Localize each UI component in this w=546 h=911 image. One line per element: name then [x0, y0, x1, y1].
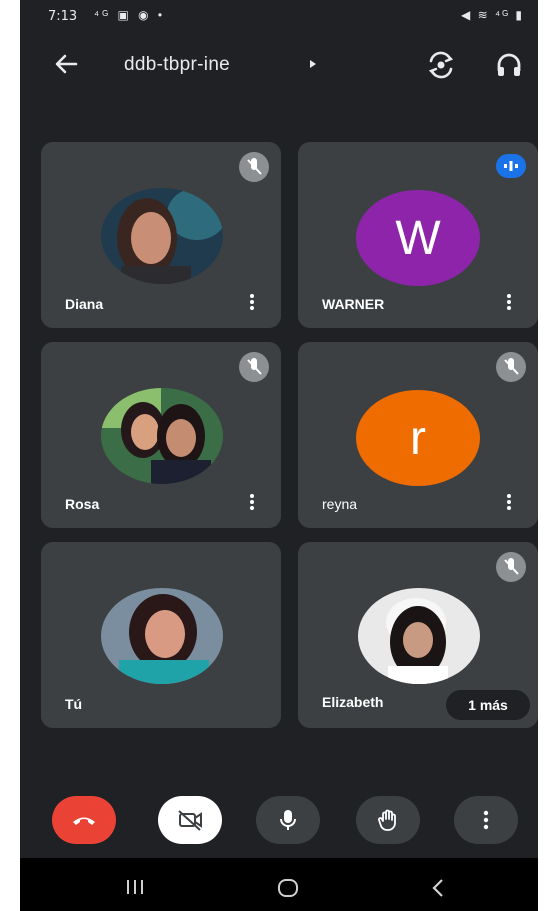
hang-up-icon [73, 817, 95, 825]
status-system-icons: ◀ ≋ ⁴ᴳ ▮ [461, 8, 524, 22]
avatar: W [356, 190, 480, 286]
switch-camera-icon[interactable] [426, 50, 456, 80]
participant-tile-elizabeth[interactable]: Elizabeth 1 más [298, 542, 538, 728]
participant-tile-reyna[interactable]: r reyna [298, 342, 538, 528]
phone-screen: 7:13 ⁴ᴳ ▣ ◉ • ◀ ≋ ⁴ᴳ ▮ ddb-tbpr-ine Dian… [20, 0, 538, 911]
mic-icon [280, 810, 296, 830]
participant-name: Diana [65, 296, 104, 312]
avatar [101, 588, 223, 684]
headphones-icon[interactable] [494, 50, 524, 80]
speaking-indicator-icon [496, 154, 526, 178]
participant-tile-diana[interactable]: Diana [41, 142, 281, 328]
participant-name: Elizabeth [322, 694, 384, 710]
participant-tile-rosa[interactable]: Rosa [41, 342, 281, 528]
recent-apps-icon[interactable] [124, 878, 146, 896]
raise-hand-button[interactable] [356, 796, 420, 844]
avatar: r [356, 390, 480, 486]
participant-name: WARNER [322, 296, 385, 312]
call-header: ddb-tbpr-ine [20, 36, 538, 92]
end-call-button[interactable] [52, 796, 116, 844]
more-options-button[interactable] [454, 796, 518, 844]
more-vert-icon [483, 810, 489, 830]
more-vert-icon[interactable] [504, 492, 514, 514]
caret-right-icon[interactable] [310, 60, 316, 68]
more-vert-icon[interactable] [247, 292, 257, 314]
home-icon[interactable] [277, 878, 299, 898]
participant-name: Rosa [65, 496, 100, 512]
mic-off-icon [239, 352, 269, 382]
back-arrow-icon[interactable] [50, 48, 82, 80]
mic-off-icon [496, 552, 526, 582]
avatar [101, 388, 223, 484]
call-controls [20, 786, 538, 856]
mic-off-icon [239, 152, 269, 182]
meeting-code[interactable]: ddb-tbpr-ine [124, 54, 230, 76]
participant-name: Tú [65, 696, 83, 712]
avatar [101, 188, 223, 284]
more-vert-icon[interactable] [247, 492, 257, 514]
hand-icon [378, 809, 396, 831]
back-icon[interactable] [430, 878, 446, 898]
status-notification-icons: ⁴ᴳ ▣ ◉ • [94, 8, 166, 22]
participant-tile-self[interactable]: Tú [41, 542, 281, 728]
android-nav-bar [20, 858, 538, 911]
microphone-button[interactable] [256, 796, 320, 844]
videocam-off-icon [178, 810, 202, 831]
status-bar: 7:13 ⁴ᴳ ▣ ◉ • ◀ ≋ ⁴ᴳ ▮ [20, 0, 538, 34]
participant-name: reyna [322, 496, 358, 512]
more-participants-button[interactable]: 1 más [446, 690, 530, 720]
camera-off-button[interactable] [158, 796, 222, 844]
status-time: 7:13 [48, 9, 78, 24]
avatar [358, 588, 480, 684]
mic-off-icon [496, 352, 526, 382]
participant-tile-warner[interactable]: W WARNER [298, 142, 538, 328]
more-vert-icon[interactable] [504, 292, 514, 314]
